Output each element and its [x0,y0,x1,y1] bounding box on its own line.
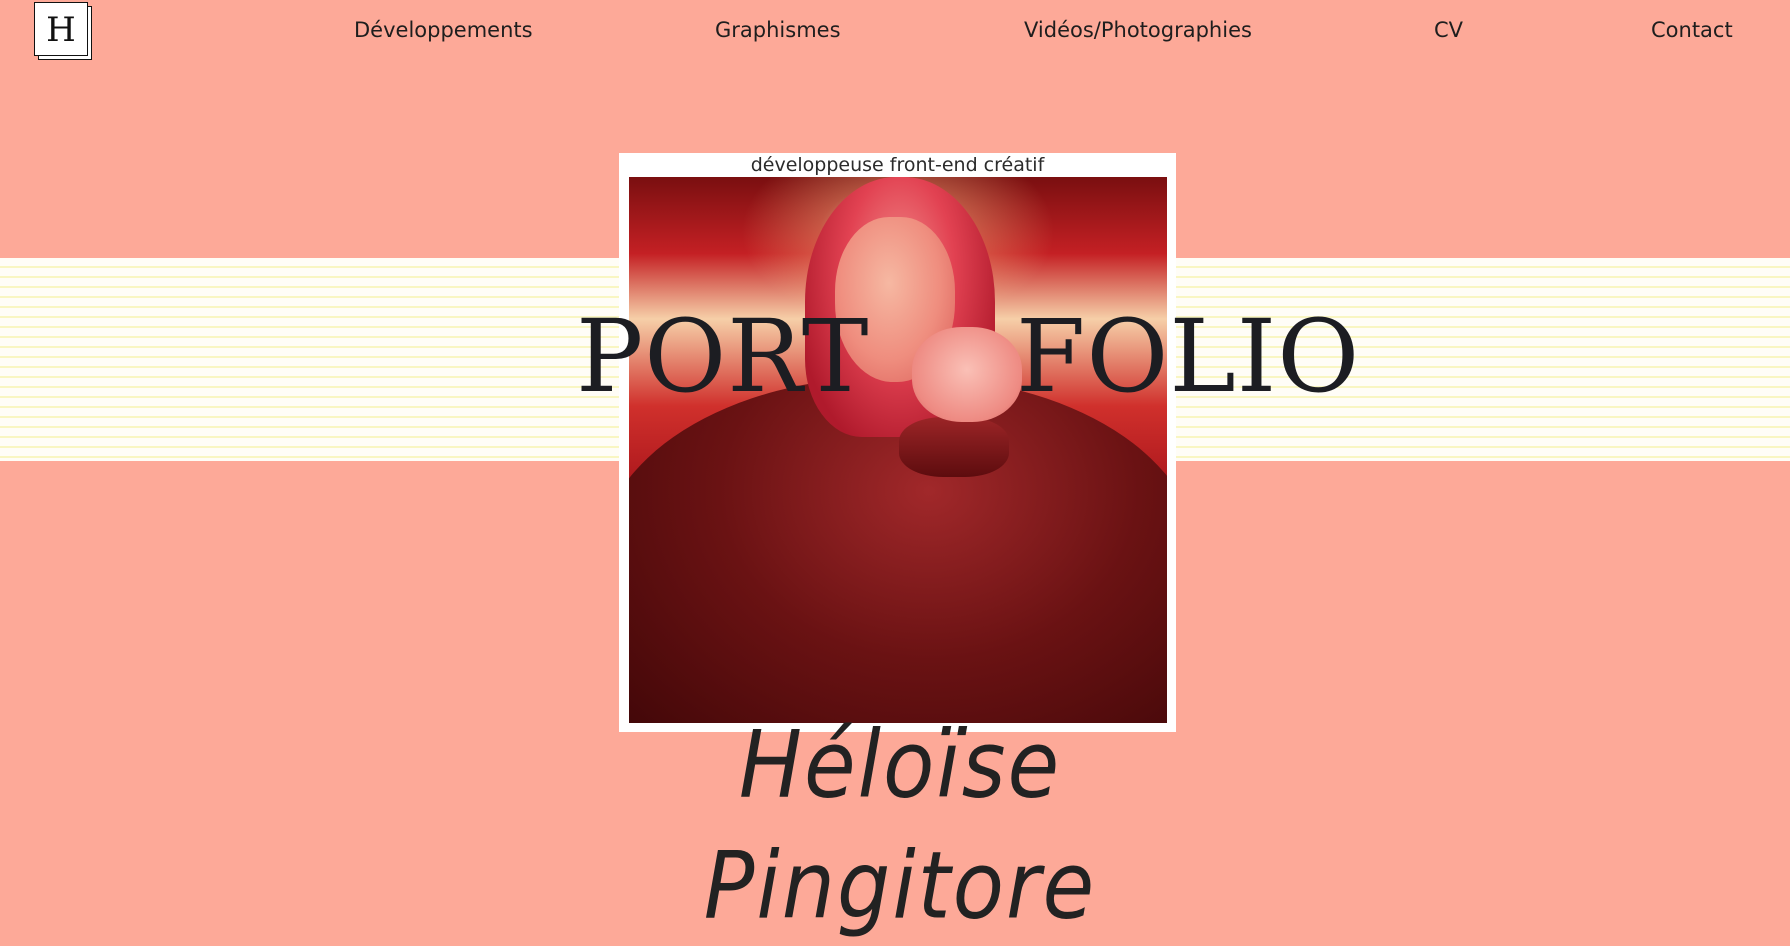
nav-graphismes[interactable]: Graphismes [715,18,841,42]
hero-title-right: FOLIO [1016,298,1361,415]
portrait-photo [629,177,1167,723]
photo-sleeve [899,417,1009,477]
nav-videos-photographies[interactable]: Vidéos/Photographies [1024,18,1252,42]
hero-title-left: PORT [576,298,870,415]
hero-tagline: développeuse front-end créatif [750,154,1045,176]
main-nav: Développements Graphismes Vidéos/Photogr… [0,18,1790,48]
nav-developpements[interactable]: Développements [354,18,533,42]
photo-hand [912,327,1022,422]
signature-name: Héloïse Pingitore [703,710,1097,940]
nav-contact[interactable]: Contact [1651,18,1733,42]
nav-cv[interactable]: CV [1434,18,1463,42]
